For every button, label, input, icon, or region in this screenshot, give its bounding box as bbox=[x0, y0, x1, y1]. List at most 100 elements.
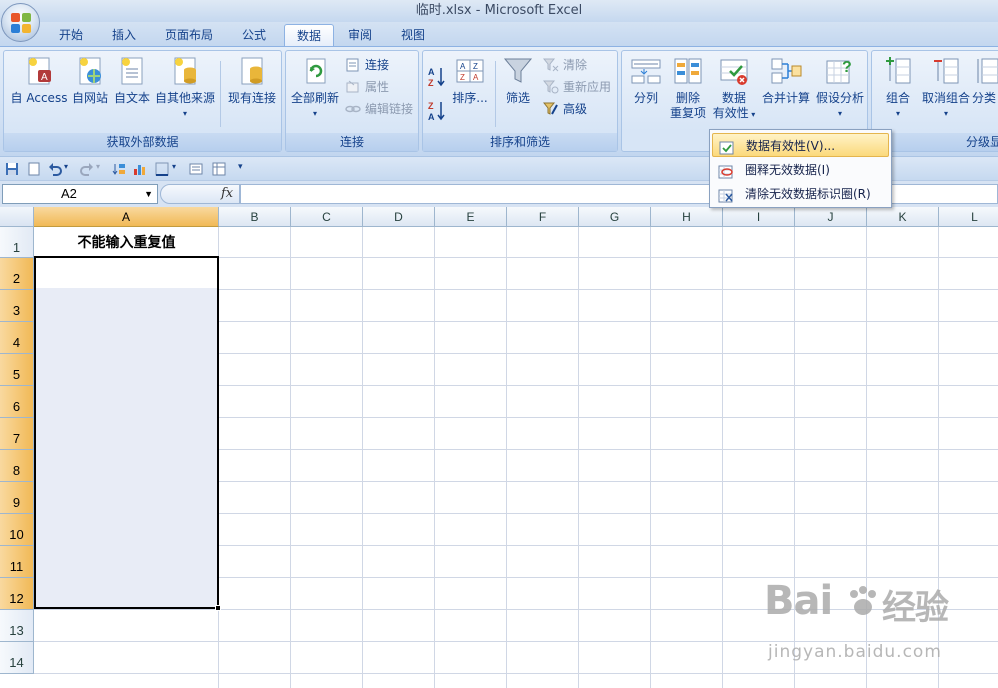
selected-range-a2-a12[interactable] bbox=[34, 256, 221, 611]
row-header-5[interactable]: 5 bbox=[0, 354, 34, 386]
tab-page-layout[interactable]: 页面布局 bbox=[153, 24, 225, 46]
sort-dialog-icon: AZZA bbox=[454, 55, 486, 87]
refresh-all-button[interactable]: 全部刷新 ▾ bbox=[288, 55, 342, 121]
subtotal-button[interactable]: 分类 bbox=[972, 55, 998, 106]
row-header-3[interactable]: 3 bbox=[0, 290, 34, 322]
menu-item-data-validation[interactable]: 数据有效性(V)... bbox=[712, 133, 889, 157]
sort-ascending-icon[interactable] bbox=[112, 162, 126, 176]
ungroup-icon bbox=[930, 55, 962, 87]
border-icon[interactable] bbox=[155, 162, 169, 176]
tab-view[interactable]: 视图 bbox=[389, 24, 437, 46]
form-icon[interactable] bbox=[189, 162, 203, 176]
remove-duplicates-label-2: 重复项 bbox=[669, 106, 706, 120]
edit-links-button[interactable]: 编辑链接 bbox=[345, 99, 413, 119]
tab-data[interactable]: 数据 bbox=[284, 24, 335, 46]
row-header-12[interactable]: 12 bbox=[0, 578, 34, 610]
column-header-j[interactable]: J bbox=[795, 207, 867, 227]
reapply-button[interactable]: 重新应用 bbox=[542, 77, 611, 97]
group-sort-filter: AZ ZA AZZA 排序... 筛选 清除 重新应用 高级 排序和筛选 bbox=[422, 50, 618, 152]
row-header-8[interactable]: 8 bbox=[0, 450, 34, 482]
select-all-button[interactable] bbox=[0, 207, 34, 227]
from-other-sources-button[interactable]: 自其他来源 ▾ bbox=[152, 55, 218, 121]
tab-insert[interactable]: 插入 bbox=[100, 24, 148, 46]
grid-line bbox=[290, 227, 291, 688]
sort-a-to-z-button[interactable]: AZ bbox=[427, 65, 447, 89]
row-header-2[interactable]: 2 bbox=[0, 258, 34, 290]
insert-function-icon[interactable]: fx bbox=[221, 186, 233, 201]
row-header-7[interactable]: 7 bbox=[0, 418, 34, 450]
clear-filter-button[interactable]: 清除 bbox=[542, 55, 587, 75]
ungroup-button[interactable]: 取消组合 ▾ bbox=[918, 55, 974, 121]
from-access-button[interactable]: A 自 Access bbox=[8, 55, 70, 106]
cell-a1[interactable]: 不能输入重复值 bbox=[35, 228, 218, 259]
redo-icon[interactable] bbox=[80, 162, 94, 176]
text-to-columns-button[interactable]: 分列 bbox=[626, 55, 666, 106]
svg-text:?: ? bbox=[842, 59, 852, 76]
grid-line bbox=[650, 227, 651, 688]
tab-formulas[interactable]: 公式 bbox=[230, 24, 278, 46]
grid-line bbox=[506, 227, 507, 688]
column-header-f[interactable]: F bbox=[507, 207, 579, 227]
clear-circles-icon bbox=[718, 187, 734, 203]
pivot-icon[interactable] bbox=[212, 162, 226, 176]
from-web-button[interactable]: 自网站 bbox=[68, 55, 112, 106]
column-header-b[interactable]: B bbox=[219, 207, 291, 227]
sort-az-icon: AZ bbox=[427, 65, 447, 95]
row-header-1[interactable]: 1 bbox=[0, 227, 34, 258]
column-header-h[interactable]: H bbox=[651, 207, 723, 227]
menu-item-circle-invalid-data[interactable]: 圈释无效数据(I) bbox=[712, 158, 889, 182]
connections-button[interactable]: 连接 bbox=[345, 55, 389, 75]
column-header-a[interactable]: A bbox=[34, 207, 219, 227]
chart-icon[interactable] bbox=[133, 162, 147, 176]
fill-handle[interactable] bbox=[215, 605, 221, 611]
tab-review[interactable]: 审阅 bbox=[336, 24, 384, 46]
remove-duplicates-button[interactable]: 删除 重复项 bbox=[666, 55, 710, 121]
chevron-down-icon[interactable]: ▾ bbox=[96, 162, 104, 176]
row-header-9[interactable]: 9 bbox=[0, 482, 34, 514]
row-header-13[interactable]: 13 bbox=[0, 610, 34, 642]
row-header-4[interactable]: 4 bbox=[0, 322, 34, 354]
row-header-10[interactable]: 10 bbox=[0, 514, 34, 546]
new-document-icon[interactable] bbox=[27, 162, 41, 176]
column-header-e[interactable]: E bbox=[435, 207, 507, 227]
menu-item-clear-validation-circles[interactable]: 清除无效数据标识圈(R) bbox=[712, 182, 889, 206]
grid-line bbox=[722, 227, 723, 688]
paw-icon bbox=[850, 586, 876, 615]
chevron-down-icon[interactable]: ▾ bbox=[172, 162, 180, 176]
properties-button[interactable]: 属性 bbox=[345, 77, 389, 97]
column-header-d[interactable]: D bbox=[363, 207, 435, 227]
consolidate-button[interactable]: 合并计算 bbox=[758, 55, 814, 106]
chevron-down-icon[interactable]: ▼ bbox=[144, 185, 153, 203]
undo-icon[interactable] bbox=[48, 162, 62, 176]
customize-toolbar-icon[interactable]: ▾ bbox=[238, 162, 246, 176]
row-header-11[interactable]: 11 bbox=[0, 546, 34, 578]
row-header-6[interactable]: 6 bbox=[0, 386, 34, 418]
chevron-down-icon[interactable]: ▾ bbox=[64, 162, 72, 176]
column-header-i[interactable]: I bbox=[723, 207, 795, 227]
column-header-c[interactable]: C bbox=[291, 207, 363, 227]
active-cell-a2[interactable] bbox=[36, 258, 217, 288]
row-header-14[interactable]: 14 bbox=[0, 642, 34, 674]
advanced-filter-button[interactable]: 高级 bbox=[542, 99, 587, 119]
save-icon[interactable] bbox=[5, 162, 19, 176]
filter-button[interactable]: 筛选 bbox=[499, 55, 537, 106]
existing-connections-button[interactable]: 现有连接 bbox=[224, 55, 280, 106]
grid-line bbox=[362, 227, 363, 688]
sort-z-to-a-button[interactable]: ZA bbox=[427, 99, 447, 123]
column-header-g[interactable]: G bbox=[579, 207, 651, 227]
tab-home[interactable]: 开始 bbox=[47, 24, 95, 46]
office-button[interactable] bbox=[1, 3, 40, 42]
column-header-l[interactable]: L bbox=[939, 207, 998, 227]
from-text-button[interactable]: 自文本 bbox=[110, 55, 154, 106]
sort-button[interactable]: AZZA 排序... bbox=[449, 55, 491, 106]
svg-text:Z: Z bbox=[428, 78, 434, 88]
svg-text:Z: Z bbox=[460, 73, 465, 82]
connections-icon bbox=[345, 58, 361, 72]
svg-text:A: A bbox=[473, 73, 479, 82]
data-validation-button[interactable]: 数据 有效性 ▾ bbox=[710, 55, 758, 122]
group-rows-button[interactable]: 组合 ▾ bbox=[878, 55, 918, 121]
what-if-analysis-button[interactable]: ? 假设分析 ▾ bbox=[814, 55, 866, 121]
consolidate-label: 合并计算 bbox=[761, 91, 810, 105]
column-header-k[interactable]: K bbox=[867, 207, 939, 227]
name-box[interactable]: A2 ▼ bbox=[2, 184, 158, 204]
